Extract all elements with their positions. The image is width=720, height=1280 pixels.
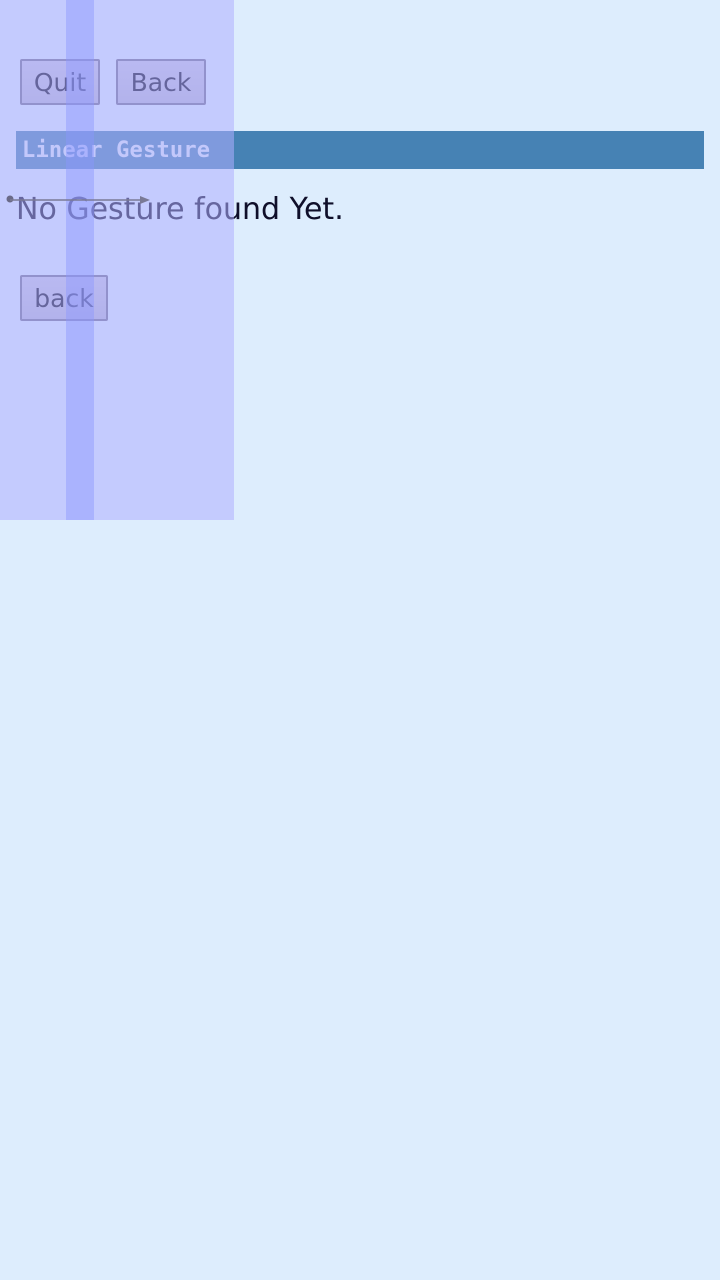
quit-button[interactable]: Quit: [20, 59, 100, 105]
gesture-screen: Quit Back Linear Gesture No Gesture foun…: [0, 0, 720, 1280]
page-title: Linear Gesture: [22, 137, 211, 163]
gesture-status-text: No Gesture found Yet.: [16, 192, 344, 227]
back-lower-button[interactable]: back: [20, 275, 108, 321]
title-bar: Linear Gesture: [16, 131, 704, 169]
back-button[interactable]: Back: [116, 59, 206, 105]
